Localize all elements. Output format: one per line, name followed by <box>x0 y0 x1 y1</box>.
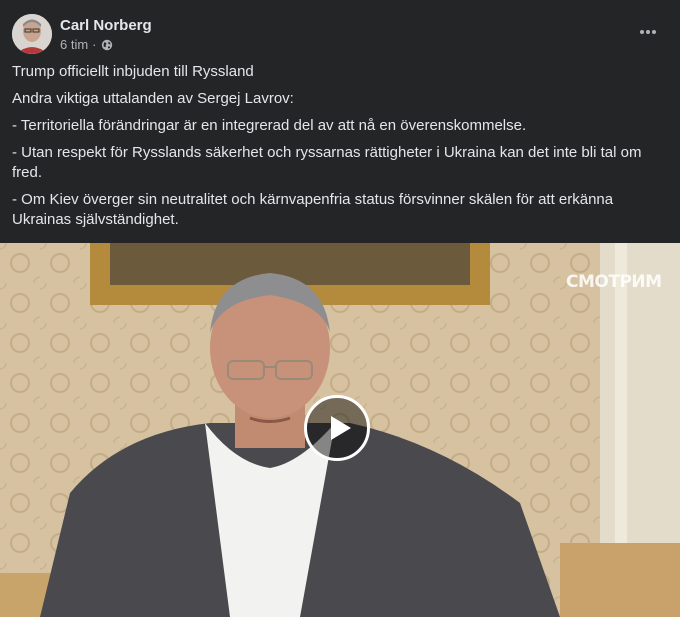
post-paragraph: - Utan respekt för Rysslands säkerhet oc… <box>12 144 642 181</box>
play-icon[interactable] <box>304 395 370 461</box>
author-name[interactable]: Carl Norberg <box>60 16 152 36</box>
avatar-portrait <box>12 14 52 54</box>
post-paragraph: - Om Kiev överger sin neutralitet och kä… <box>12 191 614 228</box>
avatar[interactable] <box>12 14 52 54</box>
post-headline: Trump officiellt inbjuden till Ryssland <box>12 63 254 80</box>
post-paragraph: Andra viktiga uttalanden av Sergej Lavro… <box>12 90 294 107</box>
post-paragraph: - Territoriella förändringar är en integ… <box>12 117 527 134</box>
post-meta: 6 tim · <box>60 37 152 53</box>
more-options-icon[interactable] <box>630 20 666 44</box>
video-watermark: СМОТРИМ <box>566 272 662 292</box>
post-text: Trump officiellt inbjuden till Ryssland … <box>12 62 662 237</box>
meta-separator: · <box>92 36 97 52</box>
post-header: Carl Norberg 6 tim · <box>12 12 152 56</box>
post-card: Carl Norberg 6 tim · Trump officiellt in… <box>0 0 680 617</box>
post-time[interactable]: 6 tim <box>60 37 88 53</box>
globe-icon[interactable] <box>101 39 113 51</box>
